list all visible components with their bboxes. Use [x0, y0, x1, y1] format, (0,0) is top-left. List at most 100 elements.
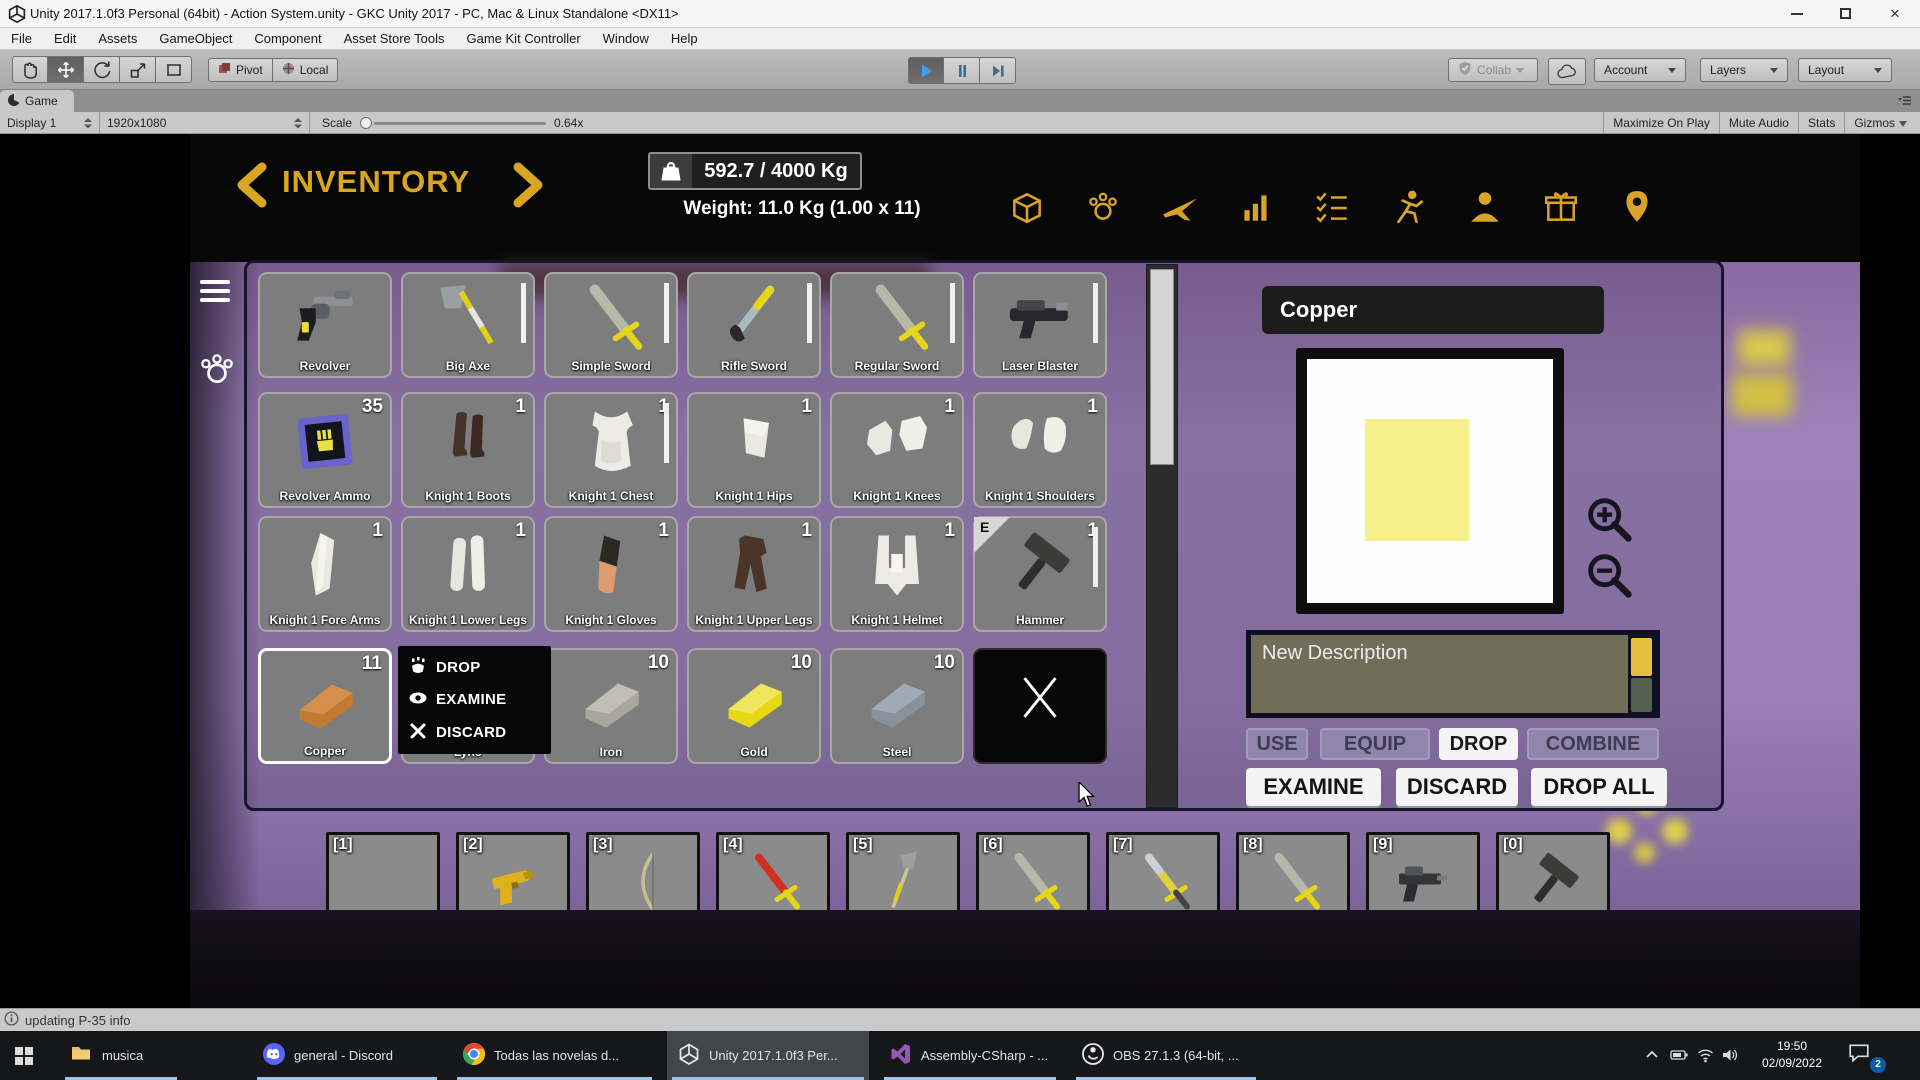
use-button[interactable]: USE — [1246, 728, 1308, 760]
game-view-gizmos-button[interactable]: Gizmos — [1844, 112, 1916, 134]
display-dropdown[interactable]: Display 1 — [0, 112, 100, 134]
speaker-icon[interactable] — [1722, 1047, 1738, 1068]
map-pin-icon[interactable] — [1618, 188, 1656, 231]
paw-icon[interactable] — [1084, 188, 1122, 231]
inventory-menu-icon[interactable] — [200, 280, 230, 307]
taskbar-app-discord[interactable]: general - Discord — [252, 1031, 442, 1080]
start-button[interactable] — [0, 1031, 48, 1080]
context-menu-examine[interactable]: EXAMINE — [398, 689, 551, 711]
network-icon[interactable] — [1697, 1047, 1714, 1068]
game-view-mute-audio-button[interactable]: Mute Audio — [1719, 112, 1798, 134]
tab-options-icon[interactable] — [1898, 94, 1912, 112]
inventory-slot-knight-1-boots[interactable]: 1Knight 1 Boots — [401, 392, 535, 508]
scale-slider-track[interactable] — [374, 122, 546, 125]
layers-dropdown[interactable]: Layers — [1700, 58, 1788, 82]
inventory-slot-hammer[interactable]: 1EHammer — [973, 516, 1107, 632]
stats-bars-icon[interactable] — [1237, 188, 1275, 231]
plane-icon[interactable] — [1161, 188, 1199, 231]
scale-tool-button[interactable] — [120, 56, 156, 83]
menu-edit[interactable]: Edit — [43, 28, 87, 49]
zoom-out-icon[interactable] — [1582, 548, 1636, 602]
local-button[interactable]: Local — [273, 58, 339, 82]
inventory-slot-revolver[interactable]: Revolver — [258, 272, 392, 378]
scrollbar-thumb[interactable] — [1150, 269, 1174, 465]
menu-assets[interactable]: Assets — [87, 28, 148, 49]
menu-asset-store-tools[interactable]: Asset Store Tools — [333, 28, 456, 49]
examine-button[interactable]: EXAMINE — [1246, 768, 1381, 806]
rotate-tool-button[interactable] — [84, 56, 120, 83]
taskbar-app-obs[interactable]: OBS 27.1.3 (64-bit, ... — [1071, 1031, 1261, 1080]
inventory-slot-knight-1-lower-legs[interactable]: 1Knight 1 Lower Legs — [401, 516, 535, 632]
inventory-slot-knight-1-helmet[interactable]: 1Knight 1 Helmet — [830, 516, 964, 632]
inventory-slot-simple-sword[interactable]: Simple Sword — [544, 272, 678, 378]
checklist-icon[interactable] — [1313, 188, 1351, 231]
account-dropdown[interactable]: Account — [1594, 58, 1686, 82]
discard-button[interactable]: DISCARD — [1396, 768, 1518, 806]
equip-button[interactable]: EQUIP — [1320, 728, 1430, 760]
hand-tool-button[interactable] — [12, 56, 48, 83]
inventory-slot-revolver-ammo[interactable]: 35Revolver Ammo — [258, 392, 392, 508]
runner-icon[interactable] — [1389, 188, 1427, 231]
inventory-slot-big-axe[interactable]: Big Axe — [401, 272, 535, 378]
inventory-slot-iron[interactable]: 10Iron — [544, 648, 678, 764]
rect-tool-button[interactable] — [156, 56, 192, 83]
inventory-scrollbar[interactable] — [1146, 264, 1178, 808]
item-description-box[interactable]: New Description — [1246, 630, 1660, 718]
taskbar-app-visual-studio[interactable]: Assembly-CSharp - ... — [879, 1031, 1061, 1080]
cloud-button[interactable] — [1548, 58, 1586, 85]
combine-button[interactable]: COMBINE — [1527, 728, 1659, 760]
inventory-slot-rifle-sword[interactable]: Rifle Sword — [687, 272, 821, 378]
inventory-slot-regular-sword[interactable]: Regular Sword — [830, 272, 964, 378]
inventory-slot-knight-1-gloves[interactable]: 1Knight 1 Gloves — [544, 516, 678, 632]
context-menu-drop[interactable]: DROP — [398, 656, 551, 678]
collab-button[interactable]: Collab — [1448, 58, 1538, 82]
layout-dropdown[interactable]: Layout — [1798, 58, 1892, 82]
drop-button[interactable]: DROP — [1439, 728, 1518, 760]
resolution-dropdown[interactable]: 1920x1080 — [100, 112, 310, 134]
taskbar-app-chrome[interactable]: Todas las novelas d... — [452, 1031, 657, 1080]
tab-game[interactable]: Game — [0, 90, 74, 112]
menu-game-kit-controller[interactable]: Game Kit Controller — [456, 28, 592, 49]
character-icon[interactable] — [1466, 188, 1504, 231]
inventory-slot-knight-1-hips[interactable]: 1Knight 1 Hips — [687, 392, 821, 508]
crate-icon[interactable] — [1008, 188, 1046, 231]
inventory-slot-knight-1-fore-arms[interactable]: 1Knight 1 Fore Arms — [258, 516, 392, 632]
menu-file[interactable]: File — [0, 28, 43, 49]
tray-chevron-icon[interactable] — [1645, 1047, 1659, 1065]
move-tool-button[interactable] — [48, 56, 84, 83]
pivot-button[interactable]: Pivot — [208, 58, 273, 82]
menu-help[interactable]: Help — [660, 28, 709, 49]
taskbar-clock[interactable]: 19:50 02/09/2022 — [1750, 1038, 1834, 1072]
game-view-maximize-on-play-button[interactable]: Maximize On Play — [1603, 112, 1719, 134]
inventory-slot-gold[interactable]: 10Gold — [687, 648, 821, 764]
taskbar-app-folder[interactable]: musica — [60, 1031, 182, 1080]
inventory-slot-knight-1-upper-legs[interactable]: 1Knight 1 Upper Legs — [687, 516, 821, 632]
zoom-in-icon[interactable] — [1582, 492, 1636, 546]
game-view-stats-button[interactable]: Stats — [1798, 112, 1844, 134]
minimize-button[interactable] — [1774, 0, 1820, 27]
description-scrollbar[interactable] — [1628, 635, 1655, 713]
notification-center-icon[interactable]: 2 — [1848, 1043, 1882, 1069]
gift-icon[interactable] — [1542, 188, 1580, 231]
close-button[interactable]: × — [1872, 0, 1918, 27]
inventory-slot-knight-1-shoulders[interactable]: 1Knight 1 Shoulders — [973, 392, 1107, 508]
maximize-button[interactable] — [1822, 0, 1868, 27]
inventory-prev-arrow-icon[interactable] — [234, 162, 268, 213]
inventory-slot-knight-1-chest[interactable]: 1Knight 1 Chest — [544, 392, 678, 508]
menu-gameobject[interactable]: GameObject — [148, 28, 243, 49]
pause-button[interactable] — [944, 57, 980, 84]
menu-window[interactable]: Window — [592, 28, 660, 49]
inventory-next-arrow-icon[interactable] — [512, 162, 546, 213]
context-menu-discard[interactable]: DISCARD — [398, 722, 551, 744]
inventory-slot-laser-blaster[interactable]: Laser Blaster — [973, 272, 1107, 378]
inventory-slot-empty[interactable] — [973, 648, 1107, 764]
inventory-slot-knight-1-knees[interactable]: 1Knight 1 Knees — [830, 392, 964, 508]
paw-menu-icon[interactable] — [198, 350, 236, 393]
menu-component[interactable]: Component — [243, 28, 332, 49]
inventory-slot-copper[interactable]: 11Copper — [258, 648, 392, 764]
taskbar-app-unity[interactable]: Unity 2017.1.0f3 Per... — [667, 1031, 869, 1080]
drop-all-button[interactable]: DROP ALL — [1531, 768, 1667, 806]
inventory-slot-steel[interactable]: 10Steel — [830, 648, 964, 764]
scale-slider-knob[interactable] — [360, 117, 372, 129]
step-button[interactable] — [980, 57, 1016, 84]
